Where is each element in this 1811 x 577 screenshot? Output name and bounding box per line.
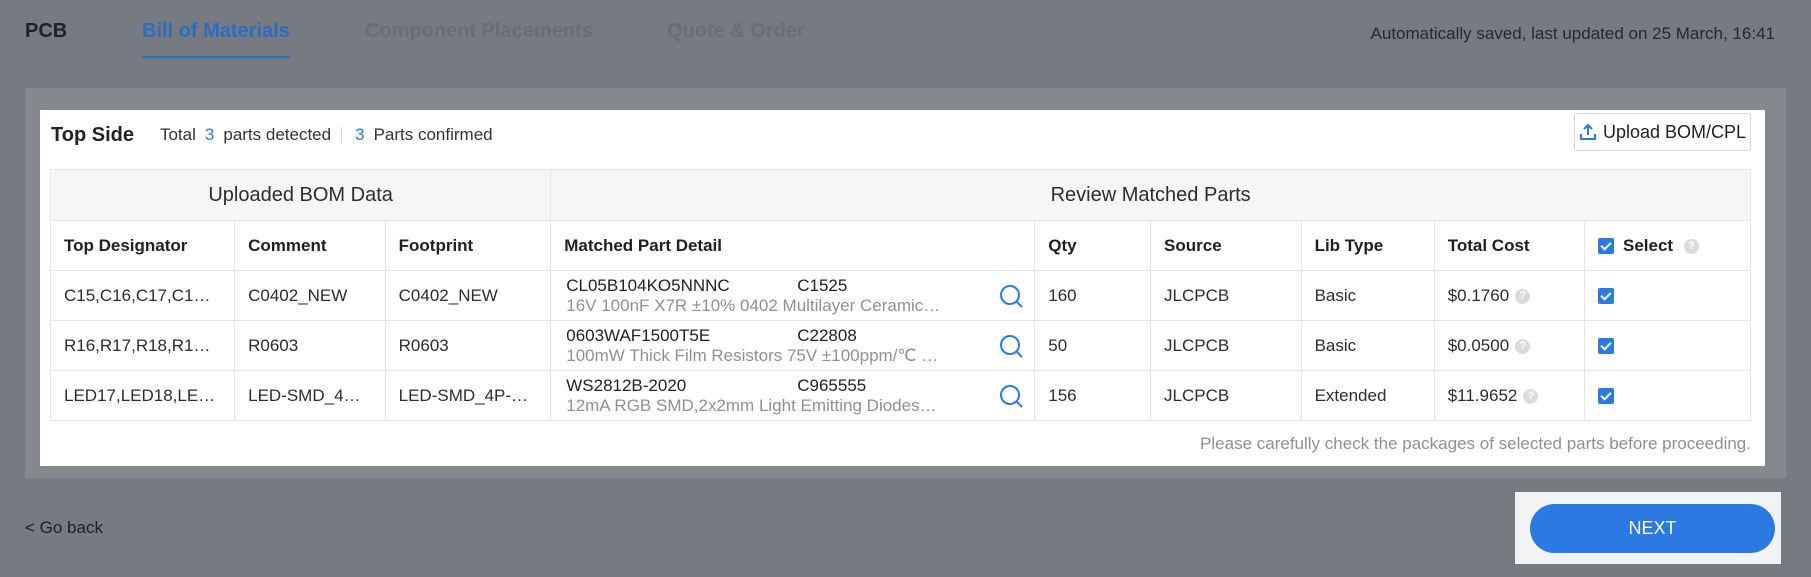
source-cell: JLCPCB bbox=[1150, 370, 1302, 421]
upload-icon bbox=[1579, 123, 1596, 140]
matched-part-cell: CL05B104KO5NNNC C1525 16V 100nF X7R ±10%… bbox=[550, 270, 1036, 321]
part-description: 12mA RGB SMD,2x2mm Light Emitting Diodes… bbox=[566, 395, 937, 415]
designator-cell: R16,R17,R18,R1… bbox=[49, 320, 236, 371]
source-cell: JLCPCB bbox=[1150, 320, 1302, 371]
cost-value: $0.0500 bbox=[1447, 335, 1510, 355]
select-cell bbox=[1584, 320, 1751, 371]
select-cell bbox=[1584, 270, 1751, 321]
footprint-cell: LED-SMD_4P-… bbox=[384, 370, 552, 421]
select-all-checkbox[interactable] bbox=[1598, 238, 1615, 255]
qty-cell: 160 bbox=[1034, 270, 1152, 321]
comment-cell: C0402_NEW bbox=[234, 270, 386, 321]
row-checkbox[interactable] bbox=[1598, 338, 1615, 355]
comment-cell: LED-SMD_4… bbox=[234, 370, 386, 421]
top-navigation: PCB Bill of Materials Component Placemen… bbox=[0, 0, 1811, 66]
divider bbox=[341, 127, 343, 143]
package-check-note: Please carefully check the packages of s… bbox=[1200, 434, 1751, 453]
group-review-matched: Review Matched Parts bbox=[550, 169, 1751, 221]
designator-cell: LED17,LED18,LE… bbox=[49, 370, 236, 421]
select-cell bbox=[1584, 370, 1751, 421]
detected-label: parts detected bbox=[223, 125, 332, 144]
upload-bom-cpl-button[interactable]: Upload BOM/CPL bbox=[1574, 113, 1751, 151]
total-label: Total bbox=[159, 125, 196, 144]
footprint-cell: R0603 bbox=[384, 320, 552, 371]
libtype-cell: Basic bbox=[1300, 270, 1435, 321]
autosave-status: Automatically saved, last updated on 25 … bbox=[1370, 24, 1775, 43]
confirmed-label: Parts confirmed bbox=[373, 125, 493, 144]
col-select: Select ? bbox=[1584, 220, 1751, 271]
cost-value: $0.1760 bbox=[1447, 285, 1510, 305]
help-icon[interactable]: ? bbox=[1515, 288, 1531, 304]
lcsc-number: C965555 bbox=[797, 375, 867, 395]
next-button[interactable]: NEXT bbox=[1530, 504, 1775, 553]
libtype-cell: Extended bbox=[1300, 370, 1435, 421]
col-matched-part-detail: Matched Part Detail bbox=[550, 220, 1036, 271]
tab-component-placements[interactable]: Component Placements bbox=[365, 20, 593, 58]
tab-pcb[interactable]: PCB bbox=[25, 20, 67, 58]
confirmed-count: 3 bbox=[355, 125, 365, 144]
col-source: Source bbox=[1150, 220, 1302, 271]
col-footprint: Footprint bbox=[384, 220, 552, 271]
col-qty: Qty bbox=[1034, 220, 1152, 271]
col-lib-type: Lib Type bbox=[1300, 220, 1435, 271]
qty-cell: 156 bbox=[1034, 370, 1152, 421]
top-side-card: Top Side Total 3 parts detected 3 Parts … bbox=[40, 110, 1765, 466]
detected-count: 3 bbox=[204, 125, 215, 144]
cost-cell: $0.0500? bbox=[1433, 320, 1586, 371]
cost-cell: $11.9652? bbox=[1433, 370, 1586, 421]
part-number: 0603WAF1500T5E bbox=[566, 325, 711, 345]
tab-quote-order[interactable]: Quote & Order bbox=[667, 20, 805, 58]
libtype-cell: Basic bbox=[1300, 320, 1435, 371]
lcsc-number: C1525 bbox=[797, 275, 848, 295]
search-icon[interactable] bbox=[998, 383, 1024, 409]
go-back-link[interactable]: < Go back bbox=[25, 518, 103, 538]
part-description: 100mW Thick Film Resistors 75V ±100ppm/℃… bbox=[566, 345, 939, 365]
matched-part-cell: WS2812B-2020 C965555 12mA RGB SMD,2x2mm … bbox=[550, 370, 1036, 421]
bom-table: Uploaded BOM Data Review Matched Parts T… bbox=[49, 169, 1751, 421]
row-checkbox[interactable] bbox=[1598, 388, 1615, 405]
next-button-container: NEXT bbox=[1515, 492, 1781, 564]
cost-cell: $0.1760? bbox=[1433, 270, 1586, 321]
search-icon[interactable] bbox=[998, 333, 1024, 359]
qty-cell: 50 bbox=[1034, 320, 1152, 371]
tab-bill-of-materials[interactable]: Bill of Materials bbox=[142, 20, 290, 58]
part-number: CL05B104KO5NNNC bbox=[566, 275, 730, 295]
help-icon[interactable]: ? bbox=[1523, 388, 1539, 404]
col-total-cost: Total Cost bbox=[1433, 220, 1586, 271]
source-cell: JLCPCB bbox=[1150, 270, 1302, 321]
upload-label: Upload BOM/CPL bbox=[1602, 121, 1747, 142]
designator-cell: C15,C16,C17,C1… bbox=[49, 270, 236, 321]
table-row: C15,C16,C17,C1… C0402_NEW C0402_NEW CL05… bbox=[49, 270, 1751, 321]
row-checkbox[interactable] bbox=[1598, 288, 1615, 305]
matched-part-cell: 0603WAF1500T5E C22808 100mW Thick Film R… bbox=[550, 320, 1036, 371]
select-label: Select bbox=[1622, 235, 1674, 255]
part-number: WS2812B-2020 bbox=[566, 375, 687, 395]
card-title: Top Side bbox=[51, 123, 134, 146]
cost-value: $11.9652 bbox=[1447, 385, 1518, 405]
table-row: R16,R17,R18,R1… R0603 R0603 0603WAF1500T… bbox=[49, 320, 1751, 371]
help-icon[interactable]: ? bbox=[1683, 238, 1699, 254]
table-row: LED17,LED18,LE… LED-SMD_4… LED-SMD_4P-… … bbox=[49, 370, 1751, 421]
col-top-designator: Top Designator bbox=[49, 220, 236, 271]
col-comment: Comment bbox=[234, 220, 386, 271]
part-description: 16V 100nF X7R ±10% 0402 Multilayer Ceram… bbox=[566, 295, 941, 315]
comment-cell: R0603 bbox=[234, 320, 386, 371]
search-icon[interactable] bbox=[998, 283, 1024, 309]
help-icon[interactable]: ? bbox=[1515, 338, 1531, 354]
footprint-cell: C0402_NEW bbox=[384, 270, 552, 321]
card-header: Top Side Total 3 parts detected 3 Parts … bbox=[51, 120, 493, 150]
lcsc-number: C22808 bbox=[797, 325, 857, 345]
group-uploaded-bom: Uploaded BOM Data bbox=[49, 169, 552, 221]
